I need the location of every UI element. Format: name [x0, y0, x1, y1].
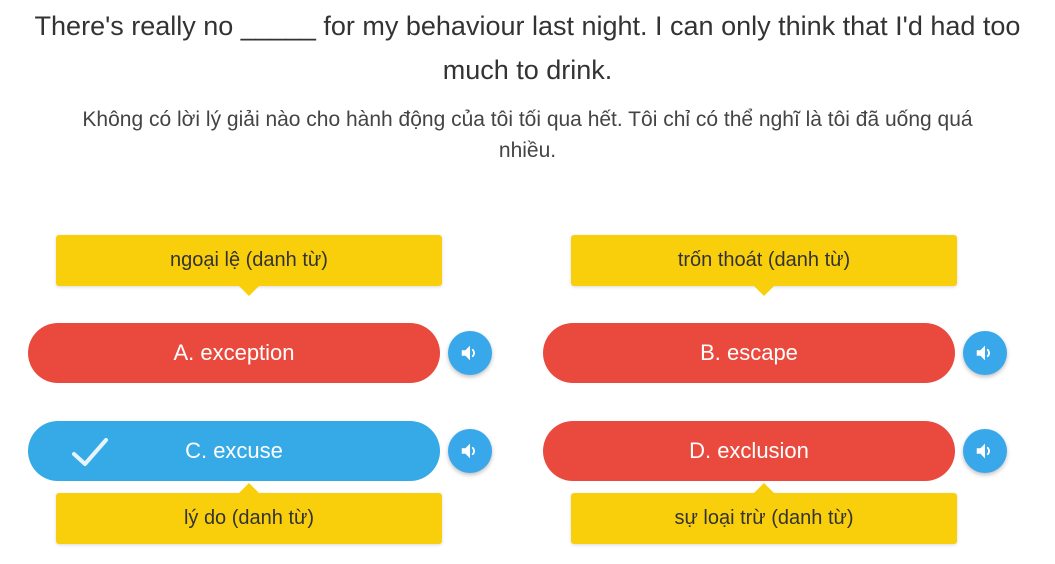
hint-option-a-text: ngoại lệ (danh từ) [170, 249, 328, 271]
hint-option-b-text: trốn thoát (danh từ) [677, 249, 851, 271]
hint-option-c-text: lý do (danh từ) [183, 507, 315, 529]
checkmark-icon [72, 438, 108, 466]
option-b-audio-button[interactable] [963, 331, 1007, 375]
option-b-label: B. escape [700, 340, 798, 365]
option-d-label: D. exclusion [689, 438, 809, 463]
speaker-icon [461, 345, 476, 361]
hint-option-b: trốn thoát (danh từ) [571, 235, 957, 296]
hint-pointer [238, 285, 260, 296]
question-text: There's really no _____ for my behaviour… [34, 11, 1021, 85]
question-translation: Không có lời lý giải nào cho hành động c… [82, 108, 973, 162]
option-c-audio-button[interactable] [448, 429, 492, 473]
quiz-page: There's really no _____ for my behaviour… [0, 0, 1055, 564]
option-c-button[interactable]: C. excuse [28, 421, 440, 481]
speaker-icon [976, 443, 991, 459]
speaker-icon [976, 345, 991, 361]
option-a-audio-button[interactable] [448, 331, 492, 375]
option-d-audio-button[interactable] [963, 429, 1007, 473]
option-b-button[interactable]: B. escape [543, 323, 955, 383]
hint-option-d: sự loại trừ (danh từ) [571, 483, 957, 544]
hint-option-a: ngoại lệ (danh từ) [56, 235, 442, 296]
option-a-label: A. exception [173, 340, 295, 365]
hint-pointer [753, 285, 775, 296]
option-c-label: C. excuse [185, 438, 283, 463]
option-d-button[interactable]: D. exclusion [543, 421, 955, 481]
hint-option-c: lý do (danh từ) [56, 483, 442, 544]
hint-pointer [238, 483, 260, 494]
hint-pointer [753, 483, 775, 494]
hint-option-d-text: sự loại trừ (danh từ) [674, 507, 854, 529]
option-a-button[interactable]: A. exception [28, 323, 440, 383]
speaker-icon [461, 443, 476, 459]
